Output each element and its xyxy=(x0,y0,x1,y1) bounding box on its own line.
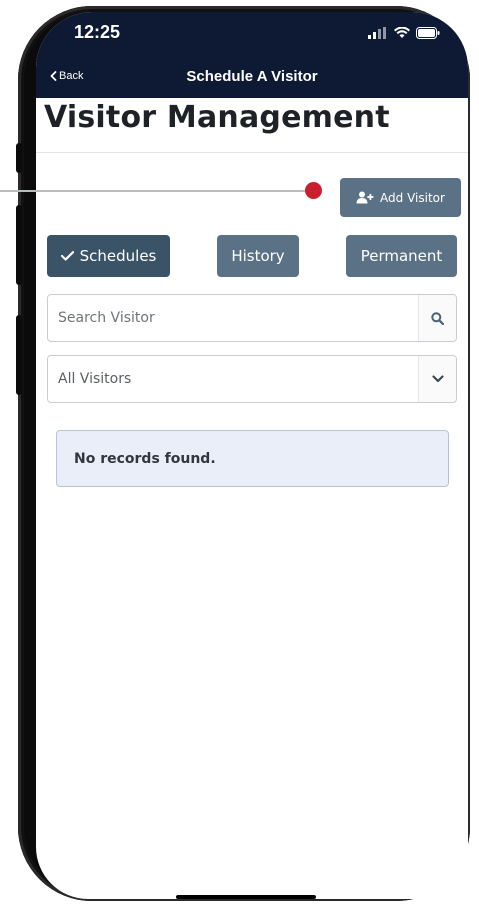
nav-title: Schedule A Visitor xyxy=(186,68,318,85)
annotation-line xyxy=(0,190,310,192)
title-divider xyxy=(36,152,468,153)
dropdown-toggle[interactable] xyxy=(418,356,456,402)
add-visitor-button[interactable]: Add Visitor xyxy=(340,178,461,217)
visitor-filter-value: All Visitors xyxy=(58,371,132,387)
visitor-filter-select[interactable]: All Visitors xyxy=(47,355,457,403)
search-button[interactable] xyxy=(418,295,456,341)
search-input[interactable] xyxy=(48,295,418,341)
chevron-down-icon xyxy=(431,375,444,383)
search-field xyxy=(47,294,457,342)
page-title: Visitor Management xyxy=(44,100,390,135)
tab-schedules[interactable]: Schedules xyxy=(47,235,170,277)
cellular-signal-icon xyxy=(368,27,386,39)
add-user-icon xyxy=(356,191,374,204)
battery-icon xyxy=(416,27,440,39)
check-icon xyxy=(60,251,74,261)
add-visitor-label: Add Visitor xyxy=(380,190,445,205)
search-icon xyxy=(431,311,444,325)
home-indicator xyxy=(176,895,316,899)
empty-state-message: No records found. xyxy=(74,450,216,467)
empty-state-alert: No records found. xyxy=(56,430,449,487)
tab-permanent[interactable]: Permanent xyxy=(346,235,457,277)
side-button-volume-down xyxy=(16,315,22,395)
tab-schedules-label: Schedules xyxy=(79,247,157,265)
tab-history-label: History xyxy=(231,247,285,265)
tab-history[interactable]: History xyxy=(217,235,299,277)
status-time: 12:25 xyxy=(74,22,121,42)
tab-permanent-label: Permanent xyxy=(360,247,443,265)
side-button-volume-up xyxy=(16,205,22,285)
status-icons xyxy=(368,26,440,40)
side-button-mute xyxy=(16,143,22,173)
navigation-bar: 12:25 Back Schedule A Visitor xyxy=(36,12,468,98)
wifi-icon xyxy=(394,27,410,38)
annotation-dot xyxy=(305,182,322,199)
